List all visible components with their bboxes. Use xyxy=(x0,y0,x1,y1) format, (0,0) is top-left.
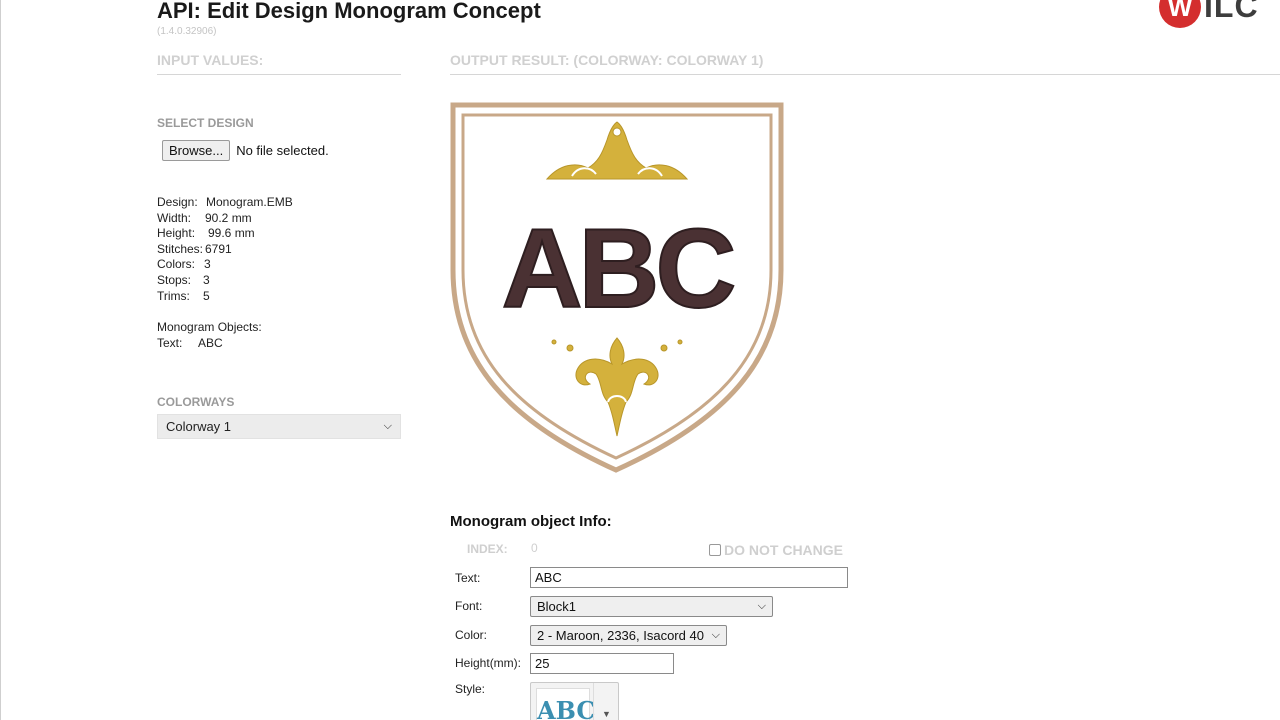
checkbox-icon[interactable] xyxy=(709,544,721,556)
input-values-heading: INPUT VALUES: xyxy=(157,52,401,75)
stitches-value: 6791 xyxy=(205,241,232,256)
style-field-label: Style: xyxy=(455,682,486,696)
monogram-text-label: Text: xyxy=(157,335,183,350)
chevron-down-icon: ⌵ xyxy=(383,420,392,432)
page-title: API: Edit Design Monogram Concept xyxy=(157,0,541,23)
font-select-value: Block1 xyxy=(537,599,577,614)
output-result-heading: OUTPUT RESULT: (COLORWAY: COLORWAY 1) xyxy=(450,52,1280,75)
info-row-design: Design: Monogram.EMB xyxy=(157,195,293,211)
index-value: 0 xyxy=(531,541,538,555)
design-value: Monogram.EMB xyxy=(206,195,293,209)
do-not-change-checkbox[interactable]: DO NOT CHANGE xyxy=(709,542,843,558)
info-row-colors: Colors: 3 xyxy=(157,257,293,273)
info-row-trims: Trims: 5 xyxy=(157,289,293,305)
file-input[interactable]: Browse... No file selected. xyxy=(162,140,329,161)
browse-button[interactable]: Browse... xyxy=(162,140,231,161)
stops-value: 3 xyxy=(203,272,210,287)
do-not-change-label: DO NOT CHANGE xyxy=(724,542,843,558)
monogram-objects-heading: Monogram Objects: xyxy=(157,320,262,334)
stops-label: Stops: xyxy=(157,272,192,287)
text-input-value: ABC xyxy=(535,570,562,585)
info-row-stitches: Stitches: 6791 xyxy=(157,242,293,258)
height-field-label: Height(mm): xyxy=(455,656,522,670)
chevron-down-icon: ⌵ xyxy=(757,600,766,612)
design-preview-image: ABC xyxy=(450,102,784,473)
style-thumbnail[interactable]: ABC xyxy=(536,688,595,720)
colors-value: 3 xyxy=(204,257,211,272)
monogram-letters: ABC xyxy=(502,206,734,331)
color-select-value: 2 - Maroon, 2336, Isacord 40 xyxy=(537,628,704,643)
color-select[interactable]: 2 - Maroon, 2336, Isacord 40 ⌵ xyxy=(530,625,727,646)
logo-mark: W xyxy=(1159,0,1201,28)
monogram-objects-text-row: Text: ABC xyxy=(157,336,262,352)
brand-logo[interactable]: W ILC xyxy=(1158,0,1280,30)
page: API: Edit Design Monogram Concept (1.4.0… xyxy=(0,0,1280,720)
width-label: Width: xyxy=(157,210,192,225)
dropdown-arrow-icon[interactable]: ▼ xyxy=(593,683,618,720)
monogram-objects: Monogram Objects: Text: ABC xyxy=(157,320,262,351)
info-row-height: Height: 99.6 mm xyxy=(157,226,293,242)
chevron-down-icon: ⌵ xyxy=(711,629,720,641)
colorway-selected-value: Colorway 1 xyxy=(166,419,232,434)
trims-value: 5 xyxy=(203,288,210,303)
color-field-label: Color: xyxy=(455,628,488,642)
colors-label: Colors: xyxy=(157,257,196,272)
info-row-width: Width: 90.2 mm xyxy=(157,211,293,227)
text-input[interactable]: ABC xyxy=(530,567,848,588)
select-design-heading: SELECT DESIGN xyxy=(157,116,254,130)
height-label: Height: xyxy=(157,226,196,241)
height-input-value: 25 xyxy=(535,656,550,671)
version-label: (1.4.0.32906) xyxy=(157,26,217,37)
font-select[interactable]: Block1 ⌵ xyxy=(530,596,773,617)
stitches-label: Stitches: xyxy=(157,241,204,256)
index-label: INDEX: xyxy=(467,542,508,556)
info-row-stops: Stops: 3 xyxy=(157,273,293,289)
text-field-label: Text: xyxy=(455,571,481,585)
file-status-text: No file selected. xyxy=(236,143,329,158)
design-label: Design: xyxy=(157,195,198,209)
style-picker[interactable]: ABC ▼ xyxy=(530,682,619,720)
height-input[interactable]: 25 xyxy=(530,653,674,674)
width-value: 90.2 mm xyxy=(205,210,252,225)
monogram-object-info-title: Monogram object Info: xyxy=(450,513,612,530)
logo-text: ILC xyxy=(1204,0,1259,24)
design-info: Design: Monogram.EMB Width: 90.2 mm Heig… xyxy=(157,195,293,304)
font-field-label: Font: xyxy=(455,599,483,613)
height-value: 99.6 mm xyxy=(208,226,255,241)
colorway-select[interactable]: Colorway 1 ⌵ xyxy=(157,414,401,439)
colorways-heading: COLORWAYS xyxy=(157,395,235,409)
monogram-text-value: ABC xyxy=(198,335,223,350)
trims-label: Trims: xyxy=(157,288,190,303)
